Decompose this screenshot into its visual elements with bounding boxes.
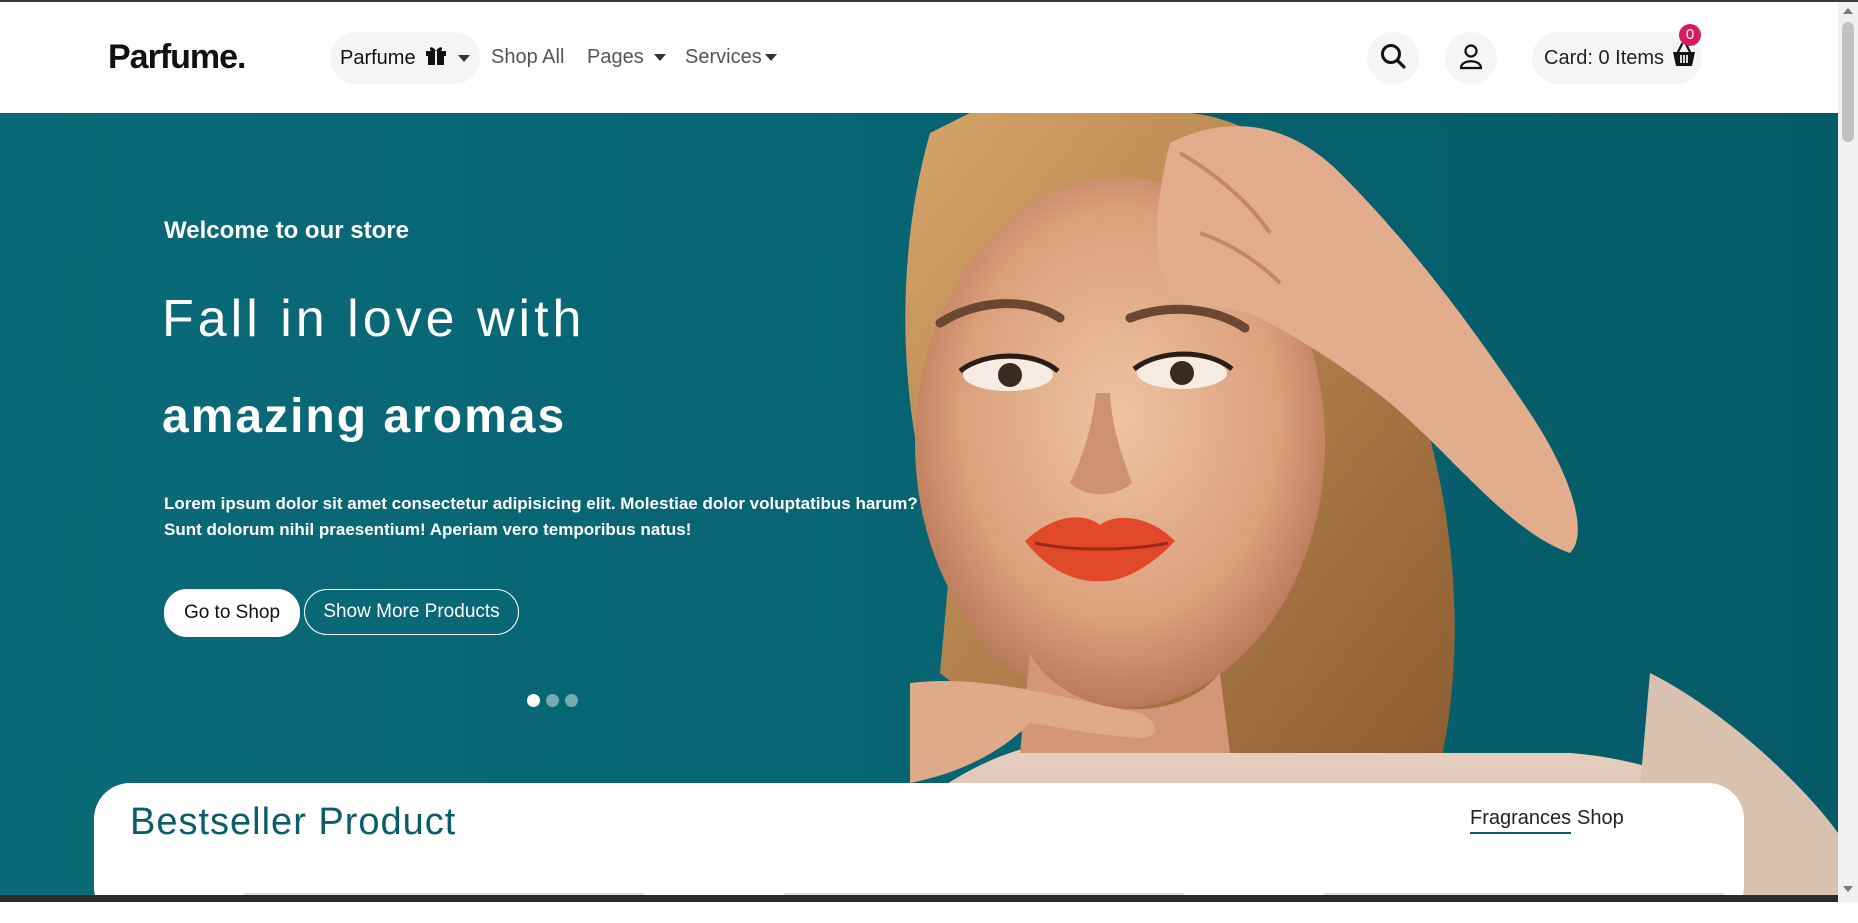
parfume-dropdown[interactable]: Parfume [330, 32, 480, 84]
nav-link-label: Pages [587, 46, 644, 68]
parfume-dropdown-label: Parfume [340, 46, 416, 69]
chevron-down-icon [457, 54, 470, 62]
slider-dot-1[interactable] [527, 694, 540, 707]
nav-link-pages[interactable]: Pages [587, 46, 666, 69]
search-button[interactable] [1367, 32, 1419, 84]
go-to-shop-button[interactable]: Go to Shop [164, 589, 300, 637]
slider-dot-3[interactable] [565, 694, 578, 707]
bestseller-title: Bestseller Product [130, 801, 457, 843]
cart-button[interactable]: Card: 0 Items [1532, 32, 1702, 84]
slider-pagination [527, 694, 578, 707]
nav-link-services[interactable]: Services [685, 46, 777, 69]
chevron-down-icon [653, 54, 666, 61]
cart-label: Card: 0 Items [1544, 46, 1665, 69]
bestseller-section: Bestseller Product Fragrances Shop [94, 783, 1744, 923]
hero-headline-line1: Fall in love with [162, 290, 586, 348]
show-more-products-button[interactable]: Show More Products [304, 589, 519, 635]
search-icon [1379, 42, 1407, 75]
tab-shop[interactable]: Shop [1577, 807, 1624, 830]
window-bottom-border [0, 895, 1858, 902]
hero-headline-line2: amazing aromas [162, 390, 567, 443]
hero-eyebrow: Welcome to our store [164, 217, 409, 244]
nav-link-shop-all[interactable]: Shop All [491, 46, 564, 69]
tab-fragrances[interactable]: Fragrances [1470, 807, 1572, 834]
account-button[interactable] [1445, 32, 1497, 84]
hero-description: Lorem ipsum dolor sit amet consectetur a… [164, 494, 918, 539]
scrollbar-thumb[interactable] [1842, 22, 1854, 142]
slider-dot-2[interactable] [546, 694, 559, 707]
scroll-down-arrow-icon[interactable] [1843, 886, 1853, 892]
top-navbar: Parfume. Parfume Shop All Pages Services [0, 2, 1838, 113]
nav-link-label: Services [685, 46, 762, 68]
scroll-up-arrow-icon[interactable] [1843, 8, 1853, 14]
cart-count-badge: 0 [1679, 24, 1701, 46]
brand-logo[interactable]: Parfume. [108, 38, 246, 77]
user-icon [1457, 42, 1485, 75]
page-scrollbar[interactable] [1838, 2, 1858, 902]
gift-icon [424, 43, 448, 73]
basket-icon [1670, 42, 1698, 74]
nav-link-label: Shop All [491, 46, 565, 68]
chevron-down-icon [764, 54, 777, 61]
